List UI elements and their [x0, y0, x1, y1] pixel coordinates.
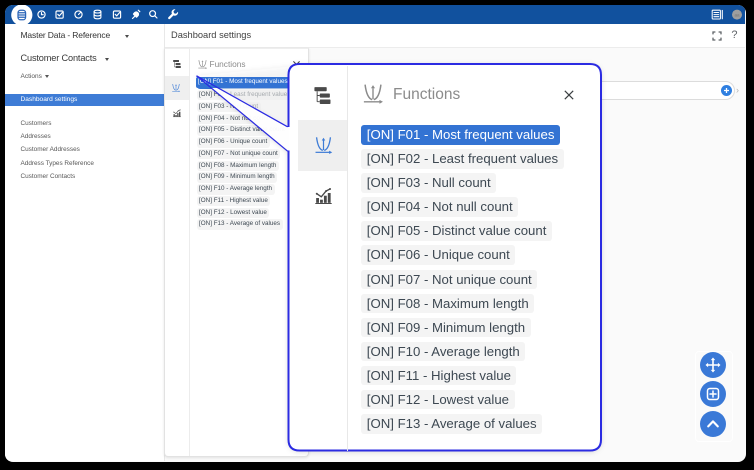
svg-text:aa: aa [734, 12, 740, 17]
